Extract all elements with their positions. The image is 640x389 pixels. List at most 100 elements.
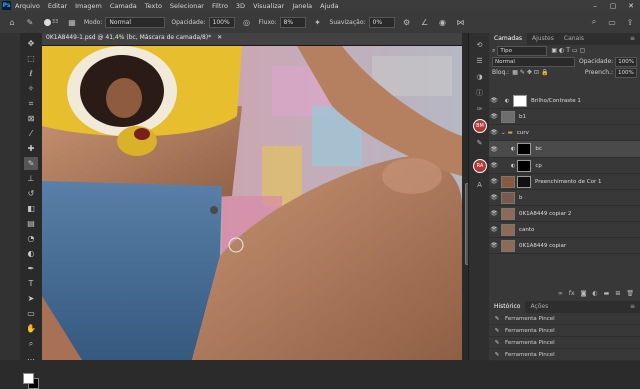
properties-panel-icon[interactable]: ☰ — [474, 55, 485, 66]
tab-history[interactable]: Histórico — [489, 301, 526, 313]
blend-mode-dropdown[interactable]: Normal — [492, 56, 576, 67]
panel-menu-icon[interactable]: ≡ — [625, 33, 640, 45]
visibility-eye-icon[interactable]: 👁 — [489, 129, 499, 136]
history-brush-tool-icon[interactable]: ↺ — [24, 187, 38, 200]
eyedropper-tool-icon[interactable]: ⁄ — [24, 127, 38, 140]
smoothing-field[interactable]: 0% — [368, 16, 395, 28]
layer-mask-thumb[interactable] — [513, 94, 527, 107]
visibility-eye-icon[interactable]: 👁 — [489, 178, 499, 185]
lock-icons[interactable]: ▦✎✥⊡🔒 — [512, 69, 550, 76]
visibility-eye-icon[interactable]: 👁 — [489, 113, 499, 120]
zoom-tool-icon[interactable]: ⌕ — [24, 337, 38, 350]
link-layers-icon[interactable]: ∞ — [558, 290, 563, 297]
stamp-tool-icon[interactable]: ⊥ — [24, 172, 38, 185]
history-menu-icon[interactable]: ≡ — [625, 301, 640, 313]
character-panel-icon[interactable]: A — [474, 179, 485, 190]
flow-field[interactable]: 8% — [279, 16, 306, 28]
layer-mask-thumb[interactable] — [517, 159, 532, 172]
ra-badge[interactable]: RA — [473, 159, 487, 173]
hand-tool-icon[interactable]: ✋ — [24, 322, 38, 335]
blur-tool-icon[interactable]: ◔ — [24, 232, 38, 245]
adjustments-panel-icon[interactable]: ◑ — [474, 71, 485, 82]
pen-tool-icon[interactable]: ✒ — [24, 262, 38, 275]
delete-layer-icon[interactable]: 🗑 — [626, 290, 634, 297]
layer-row[interactable]: 👁 0K1A8449 copiar — [489, 238, 640, 254]
menu-selecionar[interactable]: Selecionar — [170, 2, 204, 10]
dodge-tool-icon[interactable]: ◐ — [24, 247, 38, 260]
visibility-eye-icon[interactable]: 👁 — [489, 194, 499, 201]
minimize-button[interactable]: – — [586, 0, 604, 11]
visibility-eye-icon[interactable]: 👁 — [489, 146, 499, 153]
brush-settings-icon[interactable]: ▦ — [66, 16, 78, 28]
type-tool-icon[interactable]: T — [24, 277, 38, 290]
airbrush-icon[interactable]: ✦ — [312, 16, 324, 28]
history-item[interactable]: ✎ Ferramenta Pincel — [489, 349, 640, 361]
brush-preset-icon[interactable]: 33 — [42, 16, 60, 28]
layer-opacity-field[interactable]: 100% — [615, 56, 637, 67]
close-window-button[interactable]: ✕ — [622, 0, 640, 11]
symmetry-icon[interactable]: ⋈ — [455, 16, 467, 28]
layer-row[interactable]: 👁 ◐ cp — [489, 158, 640, 174]
paths-panel-icon[interactable]: ✑ — [474, 103, 485, 114]
share-icon[interactable]: ⇪ — [624, 16, 636, 28]
eraser-tool-icon[interactable]: ◧ — [24, 202, 38, 215]
visibility-eye-icon[interactable]: 👁 — [489, 210, 499, 217]
bm-badge[interactable]: BM — [473, 119, 487, 133]
filter-type-icons[interactable]: ▣◐T▭▢ — [551, 47, 587, 54]
layer-row[interactable]: 👁 0K1A8449 copiar 2 — [489, 206, 640, 222]
workspace-icon[interactable]: ▭ — [606, 16, 618, 28]
history-item[interactable]: ✎ Ferramenta Pincel — [489, 337, 640, 349]
home-icon[interactable]: ⌂ — [6, 16, 18, 28]
layer-mask-thumb[interactable] — [517, 175, 531, 188]
smoothing-gear-icon[interactable]: ⚙ — [401, 16, 413, 28]
layer-group-row[interactable]: 👁 ⌄ ▬ curv — [489, 125, 640, 141]
menu-texto[interactable]: Texto — [145, 2, 162, 10]
menu-imagem[interactable]: Imagem — [75, 2, 102, 10]
menu-camada[interactable]: Camada — [110, 2, 137, 10]
move-tool-icon[interactable]: ✥ — [24, 37, 38, 50]
new-layer-icon[interactable]: ⊞ — [615, 290, 620, 297]
layer-filter-dropdown[interactable]: Tipo — [497, 45, 548, 56]
quick-select-tool-icon[interactable]: ✧ — [24, 82, 38, 95]
visibility-eye-icon[interactable]: 👁 — [489, 162, 499, 169]
gradient-tool-icon[interactable]: ▤ — [24, 217, 38, 230]
pressure-size-icon[interactable]: ◉ — [437, 16, 449, 28]
fx-icon[interactable]: fx — [569, 290, 575, 297]
search-icon[interactable]: ⌕ — [588, 16, 600, 28]
foreground-color-swatch[interactable] — [23, 373, 34, 384]
opacity-field[interactable]: 100% — [208, 16, 235, 28]
menu-filtro[interactable]: Filtro — [212, 2, 228, 10]
frame-tool-icon[interactable]: ⊠ — [24, 112, 38, 125]
add-mask-icon[interactable]: ◙ — [581, 290, 587, 297]
menu-3d[interactable]: 3D — [236, 2, 245, 10]
brush-tool-icon[interactable]: ✎ — [24, 157, 38, 170]
visibility-eye-icon[interactable]: 👁 — [489, 226, 499, 233]
tab-layers[interactable]: Camadas — [489, 33, 527, 45]
history-panel-icon[interactable]: ⟲ — [474, 39, 485, 50]
layer-row[interactable]: 👁 b1 — [489, 109, 640, 125]
document-tab[interactable]: 0K1A8449-1.psd @ 41,4% (bc, Máscara de c… — [42, 33, 462, 46]
layer-row-selected[interactable]: 👁 ◐ bc — [489, 141, 640, 158]
opacity-pressure-icon[interactable]: ◎ — [241, 16, 253, 28]
shape-tool-icon[interactable]: ▭ — [24, 307, 38, 320]
new-adjustment-icon[interactable]: ◐ — [592, 290, 597, 297]
menu-janela[interactable]: Janela — [292, 2, 312, 10]
crop-tool-icon[interactable]: ⌗ — [24, 97, 38, 110]
healing-tool-icon[interactable]: ✚ — [24, 142, 38, 155]
mode-dropdown[interactable]: Normal — [105, 16, 166, 28]
marquee-tool-icon[interactable]: ⬚ — [24, 52, 38, 65]
path-select-tool-icon[interactable]: ➤ — [24, 292, 38, 305]
layer-row[interactable]: 👁 b — [489, 190, 640, 206]
lasso-tool-icon[interactable]: ℓ — [24, 67, 38, 80]
maximize-button[interactable]: ▢ — [604, 0, 622, 11]
history-item[interactable]: ✎ Ferramenta Pincel — [489, 325, 640, 337]
new-group-icon[interactable]: ▬ — [604, 290, 610, 297]
layer-mask-thumb[interactable] — [517, 143, 532, 155]
visibility-eye-icon[interactable]: 👁 — [489, 242, 499, 249]
tab-actions[interactable]: Ações — [525, 301, 553, 313]
group-chevron-icon[interactable]: ⌄ — [501, 130, 506, 136]
layer-row[interactable]: 👁 canto — [489, 222, 640, 238]
angle-icon[interactable]: ∠ — [419, 16, 431, 28]
visibility-eye-icon[interactable]: 👁 — [489, 97, 499, 104]
menu-editar[interactable]: Editar — [48, 2, 67, 10]
